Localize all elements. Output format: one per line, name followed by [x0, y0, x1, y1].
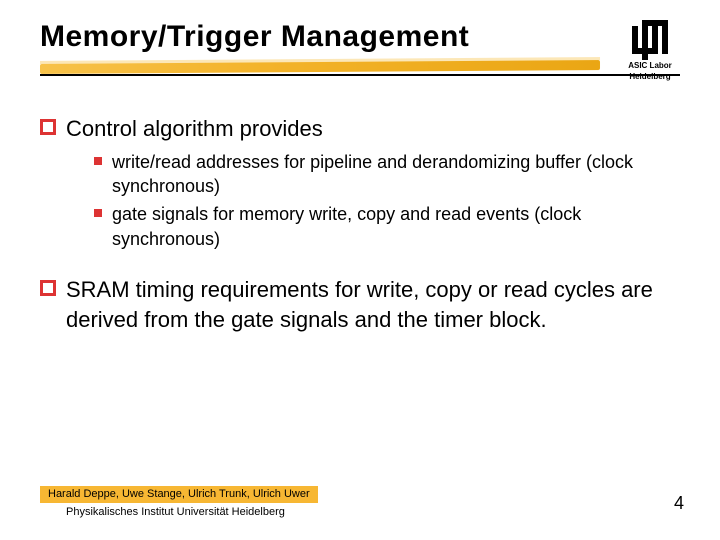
footer: Harald Deppe, Uwe Stange, Ulrich Trunk, …	[40, 484, 318, 518]
footer-highlight: Harald Deppe, Uwe Stange, Ulrich Trunk, …	[40, 486, 318, 503]
filled-square-icon	[94, 157, 102, 165]
brush-stroke	[40, 60, 600, 74]
page-number: 4	[674, 493, 684, 514]
content-area: Control algorithm provides write/read ad…	[40, 114, 680, 334]
title-underline	[40, 60, 680, 78]
hollow-square-icon	[40, 280, 56, 296]
slide-title: Memory/Trigger Management	[40, 20, 680, 54]
header: Memory/Trigger Management ASIC Labor Hei…	[40, 20, 680, 78]
sub-bullet-text: write/read addresses for pipeline and de…	[112, 150, 668, 199]
footer-authors: Harald Deppe, Uwe Stange, Ulrich Trunk, …	[48, 488, 310, 500]
hollow-square-icon	[40, 119, 56, 135]
sub-list: write/read addresses for pipeline and de…	[94, 150, 668, 251]
bullet-item: Control algorithm provides	[40, 114, 668, 144]
sub-bullet-item: gate signals for memory write, copy and …	[94, 202, 668, 251]
bullet-text: SRAM timing requirements for write, copy…	[66, 275, 668, 334]
divider-line	[40, 74, 680, 76]
filled-square-icon	[94, 209, 102, 217]
bullet-item: SRAM timing requirements for write, copy…	[40, 275, 668, 334]
sub-bullet-text: gate signals for memory write, copy and …	[112, 202, 668, 251]
footer-institution: Physikalisches Institut Universität Heid…	[40, 506, 318, 518]
logo-icon	[610, 20, 690, 60]
slide: Memory/Trigger Management ASIC Labor Hei…	[0, 0, 720, 540]
sub-bullet-item: write/read addresses for pipeline and de…	[94, 150, 668, 199]
bullet-text: Control algorithm provides	[66, 114, 323, 144]
